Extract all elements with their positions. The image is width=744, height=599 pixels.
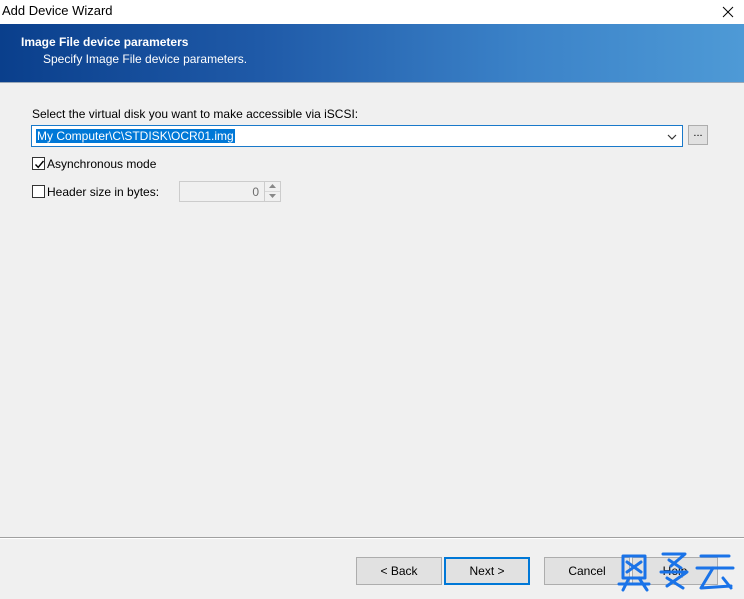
watermark-logo: [617, 552, 735, 592]
footer-separator: [0, 537, 744, 539]
browse-button[interactable]: ...: [688, 125, 708, 145]
close-icon[interactable]: [716, 2, 740, 22]
page-title: Image File device parameters: [21, 35, 189, 49]
checkmark-icon: [34, 160, 45, 169]
disk-path-value[interactable]: My Computer\C\STDISK\OCR01.img: [36, 129, 235, 143]
stepper-buttons: [264, 182, 280, 201]
async-mode-checkbox[interactable]: [32, 157, 45, 170]
disk-select-label: Select the virtual disk you want to make…: [32, 107, 359, 121]
async-mode-label: Asynchronous mode: [47, 157, 157, 171]
chevron-down-icon[interactable]: [666, 131, 678, 141]
async-mode-checkbox-row[interactable]: Asynchronous mode: [32, 156, 172, 172]
page-subtitle: Specify Image File device parameters.: [43, 52, 248, 66]
spin-up-icon[interactable]: [265, 182, 280, 192]
title-bar: Add Device Wizard: [0, 0, 744, 24]
header-size-checkbox-row[interactable]: Header size in bytes:: [32, 184, 172, 200]
header-size-label: Header size in bytes:: [47, 185, 160, 199]
header-size-stepper[interactable]: 0: [179, 181, 281, 202]
header-size-value[interactable]: 0: [252, 185, 259, 199]
wizard-header-banner: Image File device parameters Specify Ima…: [0, 24, 744, 83]
header-size-checkbox[interactable]: [32, 185, 45, 198]
window-title: Add Device Wizard: [2, 3, 113, 18]
back-button[interactable]: < Back: [356, 557, 442, 585]
spin-down-icon[interactable]: [265, 192, 280, 201]
next-button[interactable]: Next >: [444, 557, 530, 585]
disk-path-combobox[interactable]: My Computer\C\STDISK\OCR01.img: [31, 125, 683, 147]
